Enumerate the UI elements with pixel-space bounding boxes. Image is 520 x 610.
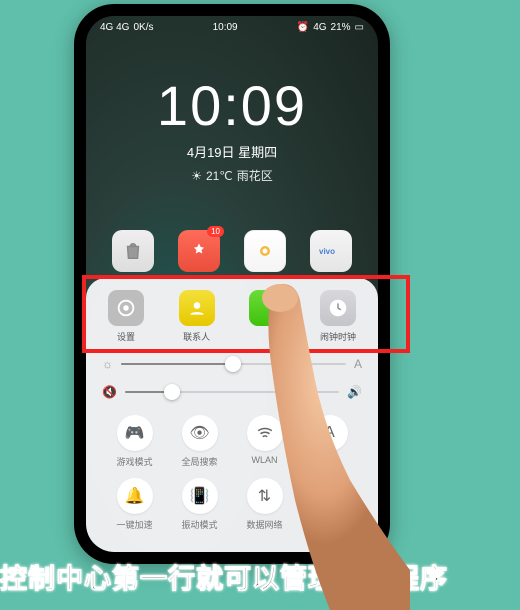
eye-icon: 👁	[182, 415, 218, 451]
screenshot-icon: ✂	[312, 478, 348, 514]
app-gallery-icon[interactable]	[244, 230, 286, 272]
battery-icon: ▭	[355, 22, 364, 33]
toggle-boost[interactable]: 🔔 一键加速	[102, 478, 167, 531]
status-time: 10:09	[213, 22, 238, 33]
font-icon: A	[312, 415, 348, 451]
network-speed: 0K/s	[133, 22, 153, 33]
toggle-label: 游戏模式	[116, 455, 152, 468]
app-store-icon[interactable]	[112, 230, 154, 272]
clock-time: 10:09	[86, 73, 378, 138]
weather-icon: ☀	[191, 169, 202, 183]
contacts-icon	[179, 290, 215, 326]
toggle-game-mode[interactable]: 🎮 游戏模式	[102, 415, 167, 468]
toggle-data[interactable]: ⇅ 数据网络	[232, 478, 297, 531]
toggle-global-search[interactable]: 👁 全局搜索	[167, 415, 232, 468]
phone-frame: 4G 4G 0K/s 10:09 ⏰ 4G 21% ▭ 10:09 4月19日 …	[74, 4, 390, 564]
data-icon: ⇅	[247, 478, 283, 514]
lock-clock: 10:09 4月19日 星期四 ☀ 21℃ 雨花区	[86, 73, 378, 184]
recent-app-settings[interactable]: 设置	[108, 290, 144, 343]
toggle-label: WLAN	[251, 455, 277, 465]
wifi-icon	[247, 415, 283, 451]
video-caption: 控制中心第一行就可以管理后台程序	[0, 557, 520, 596]
clock-icon	[320, 290, 356, 326]
weather-location: 雨花区	[237, 167, 273, 184]
signal-indicator: 4G 4G	[100, 22, 129, 33]
bell-icon: 🔔	[117, 478, 153, 514]
notification-badge: 10	[207, 226, 224, 237]
recent-apps-row: 设置 联系人 闹钟时钟	[102, 290, 362, 343]
volume-low-icon: 🔇	[102, 385, 117, 399]
svg-text:vivo: vivo	[319, 247, 335, 256]
volume-thumb[interactable]	[164, 384, 180, 400]
alarm-icon: ⏰	[297, 22, 309, 33]
status-bar: 4G 4G 0K/s 10:09 ⏰ 4G 21% ▭	[86, 16, 378, 33]
battery-percent: 21%	[331, 22, 351, 33]
toggle-label: 一键加速	[116, 518, 152, 531]
toggle-vibrate[interactable]: 📳 振动模式	[167, 478, 232, 531]
toggle-label: 振动模式	[181, 518, 217, 531]
vibrate-icon: 📳	[182, 478, 218, 514]
recent-app-3[interactable]	[249, 290, 285, 343]
recent-app-clock[interactable]: 闹钟时钟	[320, 290, 356, 343]
screen: 4G 4G 0K/s 10:09 ⏰ 4G 21% ▭ 10:09 4月19日 …	[86, 16, 378, 552]
weather-line: ☀ 21℃ 雨花区	[86, 167, 378, 184]
volume-slider[interactable]: 🔇 🔊	[102, 385, 362, 399]
app-vivo-icon[interactable]: vivo	[310, 230, 352, 272]
auto-brightness-icon: A	[354, 357, 362, 371]
brightness-track[interactable]	[121, 363, 346, 365]
toggle-label: 超级截屏	[311, 518, 347, 531]
network-type: 4G	[313, 22, 326, 33]
clock-date: 4月19日 星期四	[86, 142, 378, 161]
brightness-thumb[interactable]	[225, 356, 241, 372]
toggle-label: 数据网络	[246, 518, 282, 531]
recent-label: 设置	[117, 330, 135, 343]
toggle-wlan[interactable]: WLAN	[232, 415, 297, 468]
toggle-font[interactable]: A	[297, 415, 362, 468]
gamepad-icon: 🎮	[117, 415, 153, 451]
toggle-screenshot[interactable]: ✂ 超级截屏	[297, 478, 362, 531]
volume-track[interactable]	[125, 391, 339, 393]
toggle-grid: 🎮 游戏模式 👁 全局搜索 WLAN A	[102, 415, 362, 531]
recent-label: 联系人	[183, 330, 210, 343]
app-icon	[249, 290, 285, 326]
control-center-panel[interactable]: 设置 联系人 闹钟时钟	[86, 278, 378, 552]
gear-icon	[108, 290, 144, 326]
brightness-slider[interactable]: ☼ A	[102, 357, 362, 371]
app-imanager-icon[interactable]: 10	[178, 230, 220, 272]
weather-temp: 21℃	[206, 169, 233, 183]
brightness-low-icon: ☼	[102, 357, 113, 371]
volume-high-icon: 🔊	[347, 385, 362, 399]
recent-label: 闹钟时钟	[320, 330, 356, 343]
recent-app-contacts[interactable]: 联系人	[179, 290, 215, 343]
toggle-label: 全局搜索	[181, 455, 217, 468]
home-app-row: 10 vivo	[86, 230, 378, 272]
